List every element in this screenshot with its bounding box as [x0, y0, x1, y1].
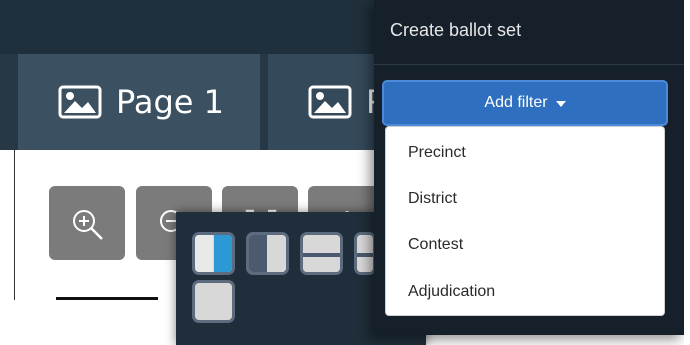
- canvas-border: [14, 150, 15, 300]
- filter-option-adjudication[interactable]: Adjudication: [386, 272, 664, 312]
- zoom-in-icon: [73, 210, 103, 240]
- image-icon: [308, 85, 352, 119]
- filter-dropdown-menu: Precinct District Contest Adjudication: [385, 126, 665, 316]
- image-icon: [58, 85, 102, 119]
- caret-down-icon: [555, 101, 566, 107]
- ballot-viewer-app: Page 1 P: [0, 0, 690, 345]
- layout-option-split-top-partial[interactable]: [354, 232, 376, 275]
- filter-option-contest[interactable]: Contest: [386, 225, 664, 265]
- layout-option-single[interactable]: [192, 280, 235, 323]
- panel-divider: [374, 64, 684, 65]
- tab-label: Page 1: [116, 83, 224, 121]
- tab-page-1[interactable]: Page 1: [18, 54, 260, 150]
- filter-option-precinct[interactable]: Precinct: [386, 133, 664, 173]
- add-filter-button[interactable]: Add filter: [382, 80, 668, 126]
- add-filter-label: Add filter: [484, 94, 548, 111]
- panel-title: Create ballot set: [390, 20, 522, 40]
- layout-option-split-left-dark[interactable]: [246, 232, 289, 275]
- layout-option-split-top[interactable]: [300, 232, 343, 275]
- zoom-in-button[interactable]: [49, 186, 125, 260]
- create-ballot-set-panel: Create ballot set Add filter Precinct Di…: [374, 0, 684, 335]
- layout-option-split-left-blue[interactable]: [192, 232, 235, 275]
- ballot-text-line: [56, 297, 158, 300]
- page-edge: [684, 0, 690, 345]
- filter-option-district[interactable]: District: [386, 179, 664, 219]
